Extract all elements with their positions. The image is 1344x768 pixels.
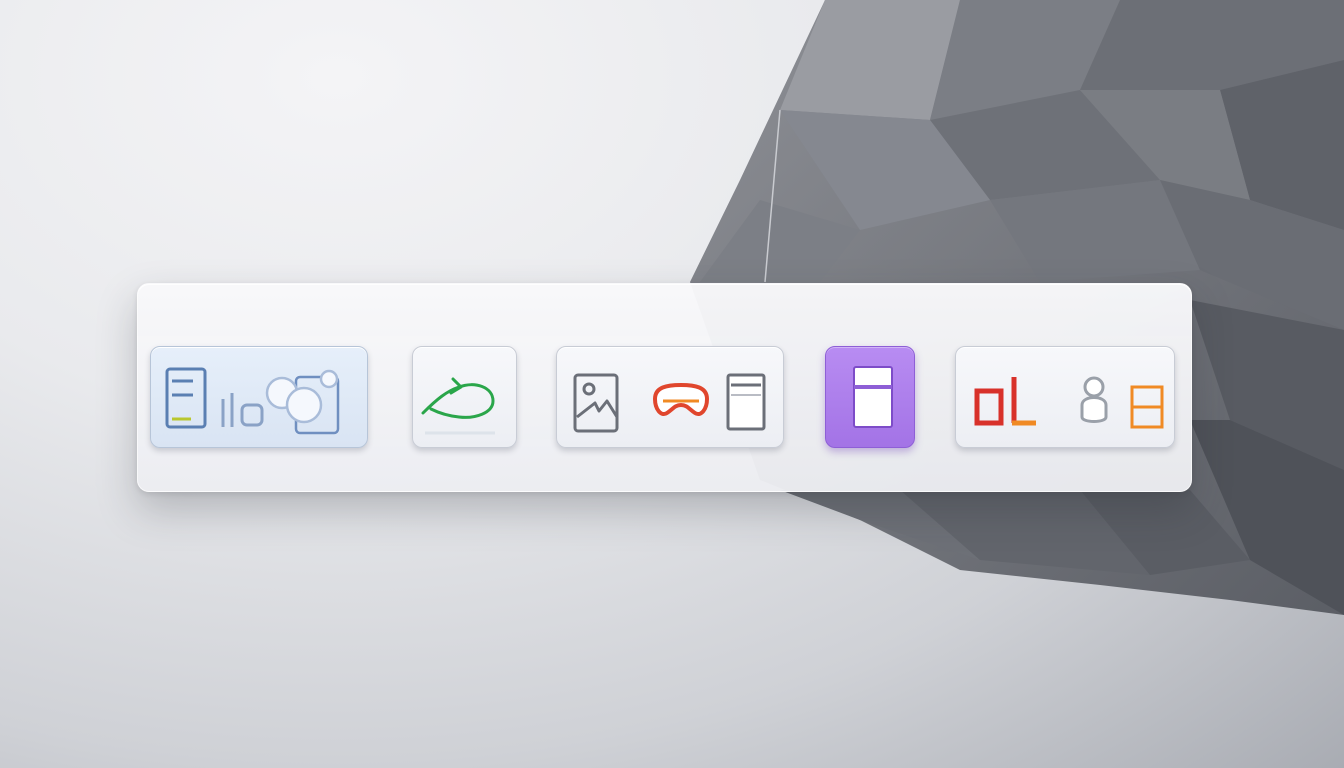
document-lines-icon (165, 367, 207, 429)
workspace-app-button[interactable] (556, 346, 784, 448)
analytics-app-button[interactable] (150, 346, 368, 448)
notes-icon (726, 373, 766, 431)
bar-icon (221, 393, 264, 427)
photo-frame-icon (573, 373, 619, 433)
sync-app-button[interactable] (412, 346, 517, 448)
layout-app-button[interactable] (825, 346, 915, 448)
tools-app-button[interactable] (955, 346, 1175, 448)
split-window-icon (853, 366, 893, 428)
app-dock (137, 283, 1192, 492)
curved-arrow-icon (421, 377, 495, 435)
user-icon (1080, 376, 1108, 423)
chart-columns-icon (974, 377, 1036, 426)
gamepad-icon (652, 382, 710, 416)
grid-icon (1130, 385, 1164, 429)
chat-bubbles-icon (265, 369, 340, 435)
